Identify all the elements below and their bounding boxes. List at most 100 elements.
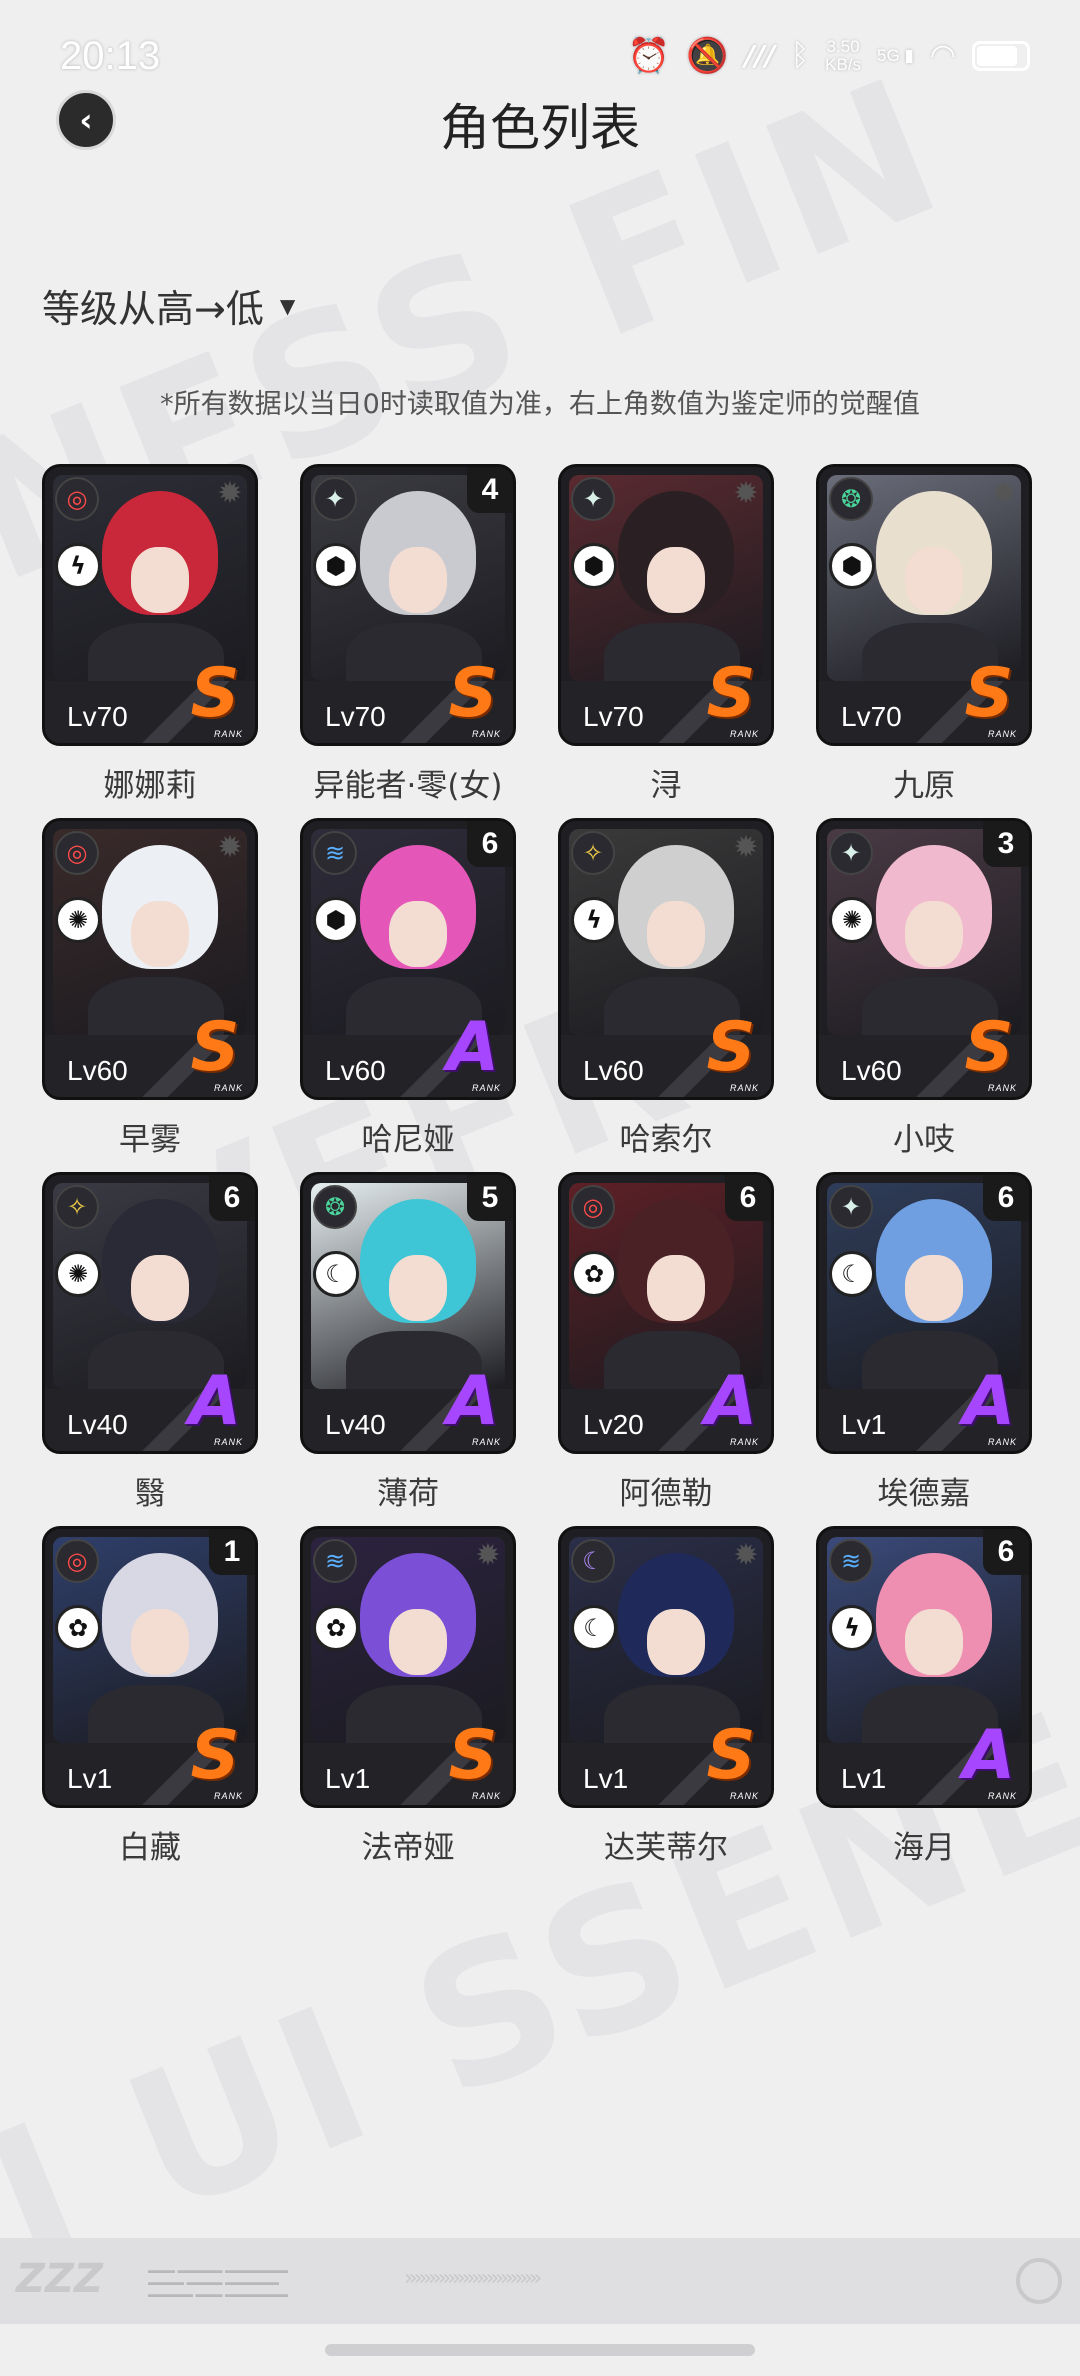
mute-icon: 🔕 — [686, 36, 729, 76]
character-card-frame: ◎ ✿ 1 Lv1 S RANK — [42, 1526, 258, 1808]
awakening-badge: 1 — [209, 1529, 255, 1575]
portrait-face — [388, 1609, 447, 1675]
footer-fine-print: ▬▬▬ ▬▬▬▬▬ ▬▬▬▬▬▬▬ ▬▬▬▬ ▬▬▬▬ ▬▬▬▬▬▬ ▬▬▬▬▬ ▬… — [148, 2265, 289, 2299]
character-level: Lv1 — [67, 1763, 113, 1794]
rank-badge: S — [190, 1716, 240, 1795]
portrait-face — [646, 1255, 705, 1321]
dark-attribute-icon: ☾ — [571, 1539, 615, 1583]
home-indicator[interactable] — [325, 2344, 755, 2356]
character-card[interactable]: ◎ ✺ ✹ Lv60 S RANK 早雾 — [42, 818, 262, 1159]
rank-badge: S — [706, 1716, 756, 1795]
sort-label: 等级从高→低 — [42, 287, 264, 331]
awakening-empty-icon: ✹ — [217, 476, 243, 511]
character-level: Lv60 — [325, 1055, 386, 1086]
character-card[interactable]: ✧ ✺ 6 Lv40 A RANK 翳 — [42, 1172, 262, 1513]
support-specialty-icon: ✺ — [55, 897, 101, 943]
chevron-down-icon: ▼ — [279, 293, 296, 318]
defense-specialty-icon: ⬢ — [313, 543, 359, 589]
character-card-frame: ☾ ☾ ✹ Lv1 S RANK — [558, 1526, 774, 1808]
character-card[interactable]: ❂ ⬢ ✹ Lv70 S RANK 九原 — [816, 464, 1036, 805]
character-card[interactable]: ✧ ϟ ✹ Lv60 S RANK 哈索尔 — [558, 818, 778, 1159]
rank-badge: S — [190, 654, 240, 733]
character-card-frame: ≋ ⬢ 6 Lv60 A RANK — [300, 818, 516, 1100]
character-name: 九原 — [893, 768, 955, 804]
rank-word: RANK — [213, 729, 243, 739]
portrait-face — [904, 1609, 963, 1675]
awakening-empty-icon: ✹ — [733, 476, 759, 511]
character-card[interactable]: ≋ ✿ ✹ Lv1 S RANK 法帝娅 — [300, 1526, 520, 1867]
anomaly-specialty-icon: ϟ — [55, 543, 101, 589]
rank-badge: A — [704, 1362, 758, 1441]
portrait-face — [130, 901, 189, 967]
rank-badge: A — [962, 1716, 1016, 1795]
character-card-frame: ✦ ☾ 6 Lv1 A RANK — [816, 1172, 1032, 1454]
ice-attribute-icon: ≋ — [313, 1539, 357, 1583]
footer-logo: ZZZ — [16, 2256, 104, 2302]
character-name: 海月 — [893, 1830, 955, 1866]
awakening-badge: 5 — [467, 1175, 513, 1221]
character-name: 翳 — [134, 1476, 166, 1512]
character-card[interactable]: ≋ ⬢ 6 Lv60 A RANK 哈尼娅 — [300, 818, 520, 1159]
character-name: 薄荷 — [377, 1476, 439, 1512]
wind-attribute-icon: ❂ — [829, 477, 873, 521]
rank-word: RANK — [213, 1437, 243, 1447]
stun-specialty-icon: ✿ — [571, 1251, 617, 1297]
awakening-badge: 6 — [209, 1175, 255, 1221]
portrait-face — [388, 1255, 447, 1321]
character-card-frame: ✦ ⬢ ✹ Lv70 S RANK — [558, 464, 774, 746]
character-card[interactable]: ✦ ⬢ ✹ Lv70 S RANK 浔 — [558, 464, 778, 805]
character-card[interactable]: ❂ ☾ 5 Lv40 A RANK 薄荷 — [300, 1172, 520, 1513]
fire-attribute-icon: ◎ — [55, 831, 99, 875]
anomaly-specialty-icon: ϟ — [829, 1605, 875, 1651]
character-card[interactable]: ☾ ☾ ✹ Lv1 S RANK 达芙蒂尔 — [558, 1526, 778, 1867]
character-card[interactable]: ✦ ✺ 3 Lv60 S RANK 小吱 — [816, 818, 1036, 1159]
bluetooth-icon: ᛒ — [791, 38, 810, 73]
portrait-face — [646, 901, 705, 967]
character-level: Lv1 — [325, 1763, 371, 1794]
character-level: Lv20 — [583, 1409, 644, 1440]
portrait-face — [388, 901, 447, 967]
character-level: Lv60 — [583, 1055, 644, 1086]
portrait-face — [904, 547, 963, 613]
character-card[interactable]: ✦ ☾ 6 Lv1 A RANK 埃德嘉 — [816, 1172, 1036, 1513]
character-card[interactable]: ◎ ✿ 1 Lv1 S RANK 白藏 — [42, 1526, 262, 1867]
rank-word: RANK — [729, 1437, 759, 1447]
awakening-badge: 6 — [983, 1175, 1029, 1221]
character-level: Lv60 — [841, 1055, 902, 1086]
character-name: 哈索尔 — [619, 1122, 713, 1158]
awakening-empty-icon: ✹ — [991, 476, 1017, 511]
net-speed-unit: KB/s — [825, 55, 862, 74]
rank-badge: S — [706, 1008, 756, 1087]
character-level: Lv70 — [841, 701, 902, 732]
character-card[interactable]: ≋ ϟ 6 Lv1 A RANK 海月 — [816, 1526, 1036, 1867]
character-card-frame: ✧ ✺ 6 Lv40 A RANK — [42, 1172, 258, 1454]
rank-badge: A — [446, 1362, 500, 1441]
electric-attribute-icon: ✧ — [55, 1185, 99, 1229]
footer-chevrons: ›››››››››››››››››››››››››››› — [404, 2266, 542, 2291]
footer-circle-icon — [1016, 2258, 1062, 2304]
character-name: 浔 — [650, 768, 682, 804]
footer-band: ZZZ ▬▬▬ ▬▬▬▬▬ ▬▬▬▬▬▬▬ ▬▬▬▬ ▬▬▬▬ ▬▬▬▬▬▬ ▬▬▬… — [0, 2238, 1080, 2324]
anomaly-specialty-icon: ϟ — [571, 897, 617, 943]
rank-badge: S — [190, 1008, 240, 1087]
rank-word: RANK — [729, 729, 759, 739]
character-card-frame: ◎ ϟ ✹ Lv70 S RANK — [42, 464, 258, 746]
character-card-frame: ◎ ✺ ✹ Lv60 S RANK — [42, 818, 258, 1100]
character-level: Lv60 — [67, 1055, 128, 1086]
ice-attribute-icon: ≋ — [829, 1539, 873, 1583]
attack-specialty-icon: ☾ — [571, 1605, 617, 1651]
fire-attribute-icon: ◎ — [55, 477, 99, 521]
sort-dropdown[interactable]: 等级从高→低 ▼ — [42, 278, 295, 333]
character-name: 白藏 — [119, 1830, 181, 1866]
rank-word: RANK — [987, 1791, 1017, 1801]
character-level: Lv40 — [67, 1409, 128, 1440]
ether-attribute-icon: ✦ — [571, 477, 615, 521]
rank-word: RANK — [987, 729, 1017, 739]
rank-badge: S — [448, 1716, 498, 1795]
character-card[interactable]: ✦ ⬢ 4 Lv70 S RANK 异能者·零(女) — [300, 464, 520, 805]
rank-badge: A — [962, 1362, 1016, 1441]
character-card[interactable]: ◎ ϟ ✹ Lv70 S RANK 娜娜莉 — [42, 464, 262, 805]
character-card[interactable]: ◎ ✿ 6 Lv20 A RANK 阿德勒 — [558, 1172, 778, 1513]
character-card-frame: ❂ ⬢ ✹ Lv70 S RANK — [816, 464, 1032, 746]
character-name: 异能者·零(女) — [313, 768, 503, 804]
